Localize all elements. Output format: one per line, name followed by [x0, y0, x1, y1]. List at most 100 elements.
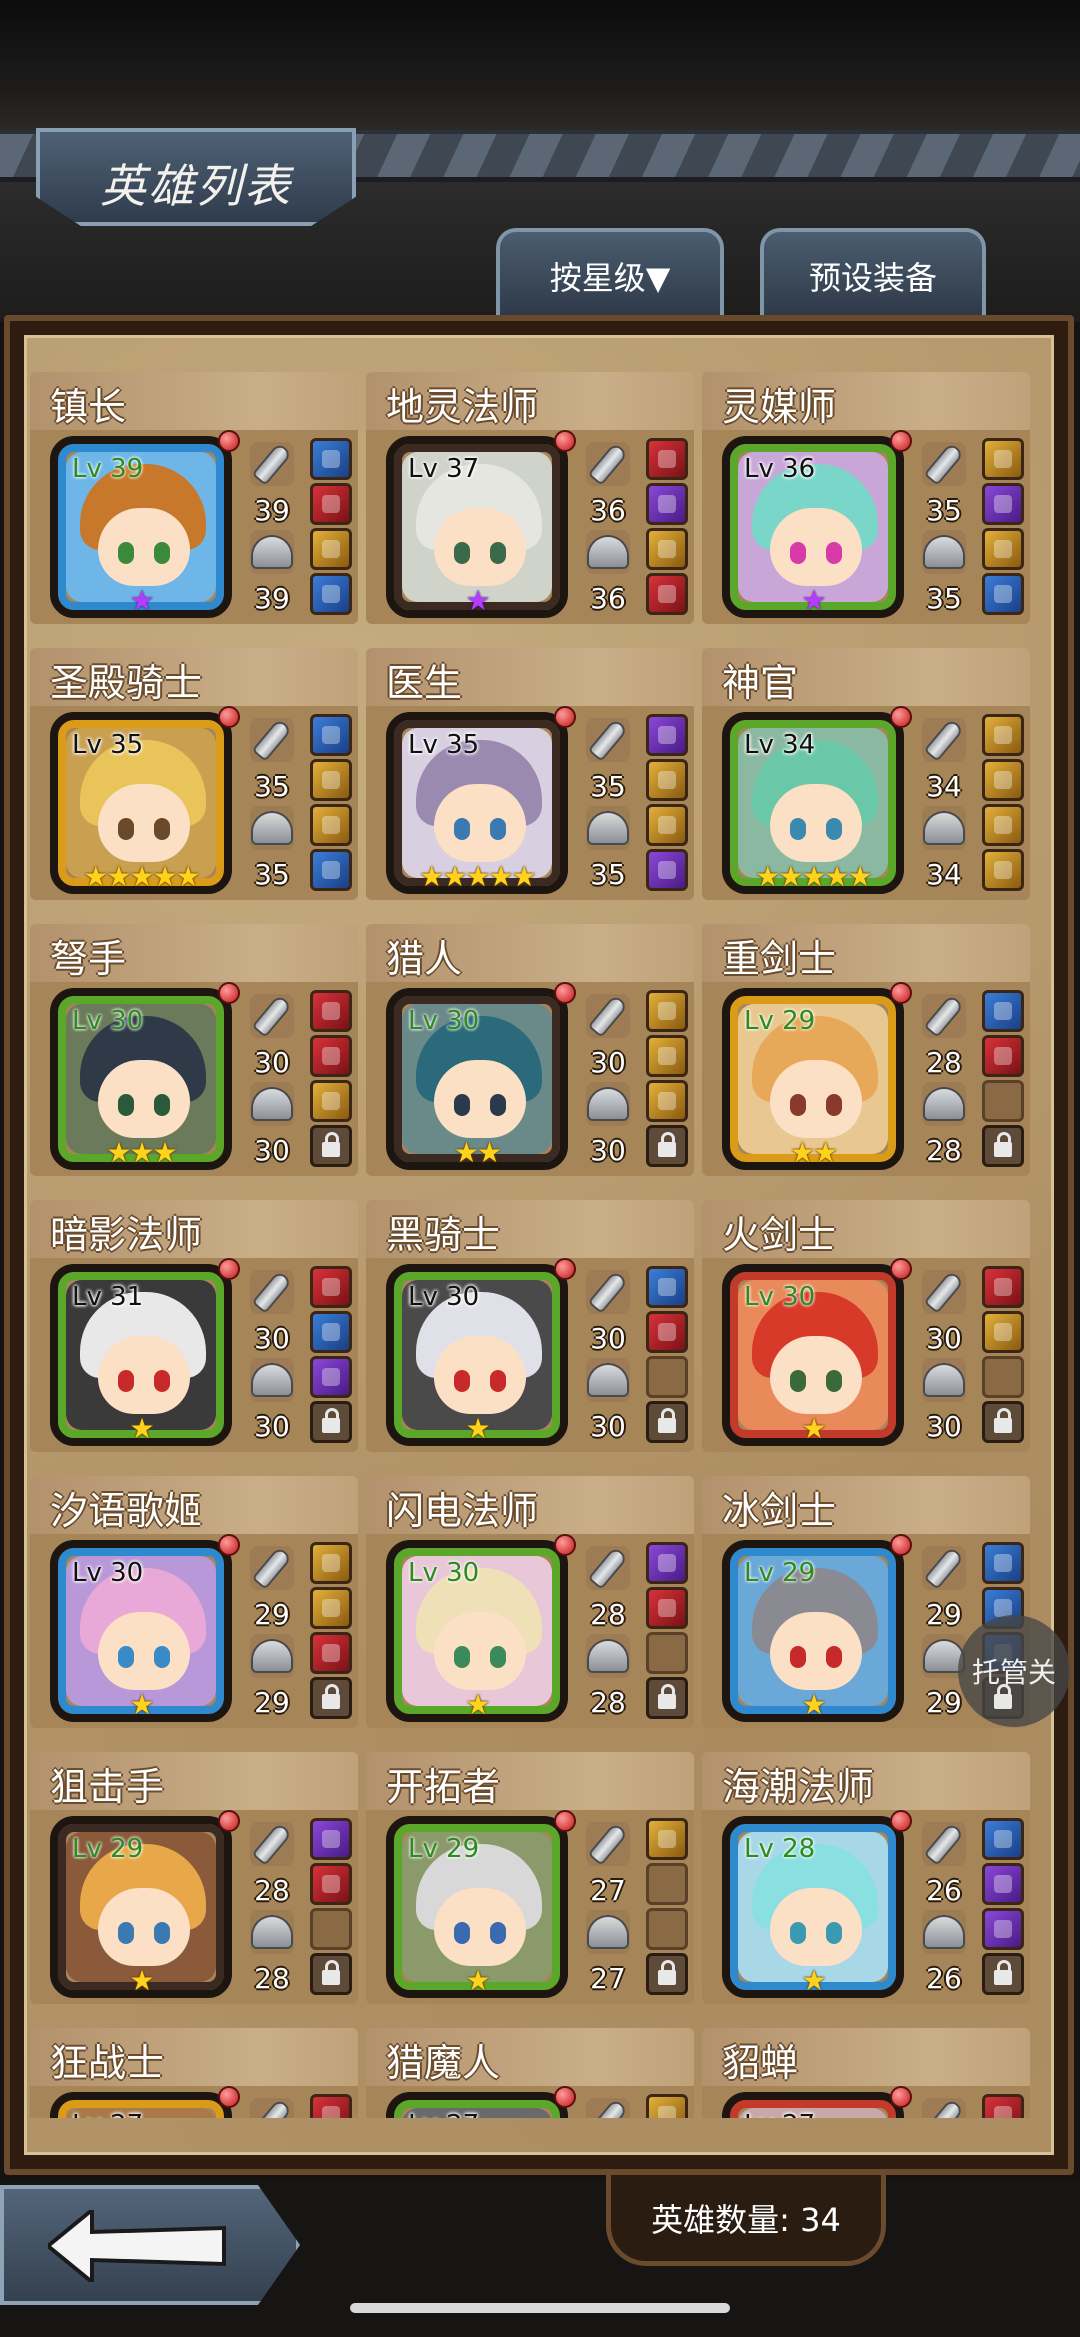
equipment-slot-icon[interactable]	[646, 1035, 688, 1077]
equipment-slot-icon[interactable]	[982, 1863, 1024, 1905]
empty-slot[interactable]	[646, 1908, 688, 1950]
locked-slot-icon[interactable]	[310, 1401, 352, 1443]
equipment-slot-icon[interactable]	[646, 1311, 688, 1353]
empty-slot[interactable]	[646, 1632, 688, 1674]
equipment-slot-icon[interactable]	[310, 714, 352, 756]
hero-card[interactable]: 狂战士 Lv 27	[30, 2028, 358, 2118]
hero-card[interactable]: 暗影法师 Lv 31 ★ 30 30	[30, 1200, 358, 1462]
equipment-slot-icon[interactable]	[310, 1587, 352, 1629]
equipment-slot-icon[interactable]	[982, 1035, 1024, 1077]
empty-slot[interactable]	[646, 1356, 688, 1398]
hero-card[interactable]: 海潮法师 Lv 28 ★ 26 26	[702, 1752, 1030, 2014]
equipment-slot-icon[interactable]	[982, 2094, 1024, 2118]
equipment-slot-icon[interactable]	[646, 1080, 688, 1122]
equipment-slot-icon[interactable]	[310, 1080, 352, 1122]
hero-card[interactable]: 黑骑士 Lv 30 ★ 30 30	[366, 1200, 694, 1462]
equipment-slot-icon[interactable]	[310, 573, 352, 615]
equipment-slot-icon[interactable]	[646, 714, 688, 756]
equipment-slot-icon[interactable]	[310, 1632, 352, 1674]
hero-card[interactable]: 开拓者 Lv 29 ★ 27 27	[366, 1752, 694, 2014]
equipment-slot-icon[interactable]	[646, 1587, 688, 1629]
equipment-slot-icon[interactable]	[310, 1863, 352, 1905]
locked-slot-icon[interactable]	[646, 1125, 688, 1167]
hero-card[interactable]: 神官 Lv 34 ★★★★★ 34 34	[702, 648, 1030, 910]
equipment-slot-icon[interactable]	[646, 573, 688, 615]
equipment-slot-icon[interactable]	[310, 2094, 352, 2118]
locked-slot-icon[interactable]	[310, 1953, 352, 1995]
equipment-slot-icon[interactable]	[646, 804, 688, 846]
equipment-slot-icon[interactable]	[310, 1542, 352, 1584]
equipment-slot-icon[interactable]	[646, 528, 688, 570]
equipment-slot-icon[interactable]	[982, 1311, 1024, 1353]
locked-slot-icon[interactable]	[646, 1953, 688, 1995]
locked-slot-icon[interactable]	[646, 1677, 688, 1719]
equipment-slot-icon[interactable]	[982, 1908, 1024, 1950]
equipment-slot-icon[interactable]	[982, 804, 1024, 846]
hero-card[interactable]: 闪电法师 Lv 30 ★ 28 28	[366, 1476, 694, 1738]
locked-slot-icon[interactable]	[646, 1401, 688, 1443]
hero-card[interactable]: 圣殿骑士 Lv 35 ★★★★★ 35 35	[30, 648, 358, 910]
preset-equipment-button[interactable]: 预设装备	[760, 228, 986, 320]
equipment-slot-icon[interactable]	[310, 1266, 352, 1308]
equipment-slot-icon[interactable]	[310, 1818, 352, 1860]
locked-slot-icon[interactable]	[310, 1677, 352, 1719]
hero-card[interactable]: 地灵法师 Lv 37 ★ 36 36	[366, 372, 694, 634]
equipment-slot-icon[interactable]	[310, 990, 352, 1032]
equipment-slot-icon[interactable]	[310, 849, 352, 891]
equipment-slot-icon[interactable]	[310, 759, 352, 801]
equipment-slot-icon[interactable]	[982, 990, 1024, 1032]
empty-slot[interactable]	[982, 1356, 1024, 1398]
empty-slot[interactable]	[646, 1863, 688, 1905]
hero-card[interactable]: 医生 Lv 35 ★★★★★ 35 35	[366, 648, 694, 910]
equipment-slot-icon[interactable]	[646, 438, 688, 480]
sort-by-star-button[interactable]: 按星级▼	[496, 228, 724, 320]
empty-slot[interactable]	[982, 1080, 1024, 1122]
equipment-slot-icon[interactable]	[982, 759, 1024, 801]
equipment-slot-icon[interactable]	[646, 2094, 688, 2118]
equipment-slot-icon[interactable]	[982, 528, 1024, 570]
equipment-slot-icon[interactable]	[310, 1035, 352, 1077]
hero-card[interactable]: 火剑士 Lv 30 ★ 30 30	[702, 1200, 1030, 1462]
equipment-slot-icon[interactable]	[310, 438, 352, 480]
equipment-slot-icon[interactable]	[982, 1266, 1024, 1308]
hero-card[interactable]: 貂蝉 Lv 27	[702, 2028, 1030, 2118]
hero-portrait[interactable]: Lv 27	[386, 2092, 568, 2118]
equipment-slot-icon[interactable]	[646, 759, 688, 801]
equipment-slot-icon[interactable]	[310, 804, 352, 846]
equipment-slot-icon[interactable]	[982, 573, 1024, 615]
equipment-slot-icon[interactable]	[982, 1818, 1024, 1860]
equipment-slot-icon[interactable]	[310, 528, 352, 570]
hero-grid[interactable]: 镇长 Lv 39 ★ 39 39 地灵法师 Lv 37 ★ 36 36 灵媒师 Lv 36 ★ 35 35 圣…	[30, 372, 1034, 2118]
equipment-slot-icon[interactable]	[646, 1818, 688, 1860]
locked-slot-icon[interactable]	[982, 1953, 1024, 1995]
equipment-slot-icon[interactable]	[646, 483, 688, 525]
hero-card[interactable]: 镇长 Lv 39 ★ 39 39	[30, 372, 358, 634]
equipment-slot-icon[interactable]	[310, 483, 352, 525]
hero-card[interactable]: 猎人 Lv 30 ★★ 30 30	[366, 924, 694, 1186]
hero-portrait[interactable]: Lv 27	[722, 2092, 904, 2118]
hero-card[interactable]: 灵媒师 Lv 36 ★ 35 35	[702, 372, 1030, 634]
equipment-slot-icon[interactable]	[310, 1356, 352, 1398]
hero-portrait[interactable]: Lv 27	[50, 2092, 232, 2118]
equipment-slot-icon[interactable]	[310, 1311, 352, 1353]
equipment-slot-icon[interactable]	[982, 438, 1024, 480]
hero-card[interactable]: 狙击手 Lv 29 ★ 28 28	[30, 1752, 358, 2014]
empty-slot[interactable]	[310, 1908, 352, 1950]
locked-slot-icon[interactable]	[310, 1125, 352, 1167]
equipment-slot-icon[interactable]	[646, 849, 688, 891]
locked-slot-icon[interactable]	[982, 1401, 1024, 1443]
auto-toggle-button[interactable]: 托管关	[958, 1615, 1070, 1727]
equipment-slot-icon[interactable]	[982, 714, 1024, 756]
equipment-slot-icon[interactable]	[982, 849, 1024, 891]
equipment-slot-icon[interactable]	[646, 1542, 688, 1584]
back-arrow-icon[interactable]	[48, 2210, 228, 2282]
equipment-slot-icon[interactable]	[646, 990, 688, 1032]
equipment-slot-icon[interactable]	[982, 483, 1024, 525]
equipment-slot-icon[interactable]	[982, 1542, 1024, 1584]
equipment-slot-icon[interactable]	[646, 1266, 688, 1308]
hero-card[interactable]: 汐语歌姬 Lv 30 ★ 29 29	[30, 1476, 358, 1738]
locked-slot-icon[interactable]	[982, 1125, 1024, 1167]
hero-card[interactable]: 弩手 Lv 30 ★★★ 30 30	[30, 924, 358, 1186]
hero-card[interactable]: 重剑士 Lv 29 ★★ 28 28	[702, 924, 1030, 1186]
hero-card[interactable]: 猎魔人 Lv 27	[366, 2028, 694, 2118]
